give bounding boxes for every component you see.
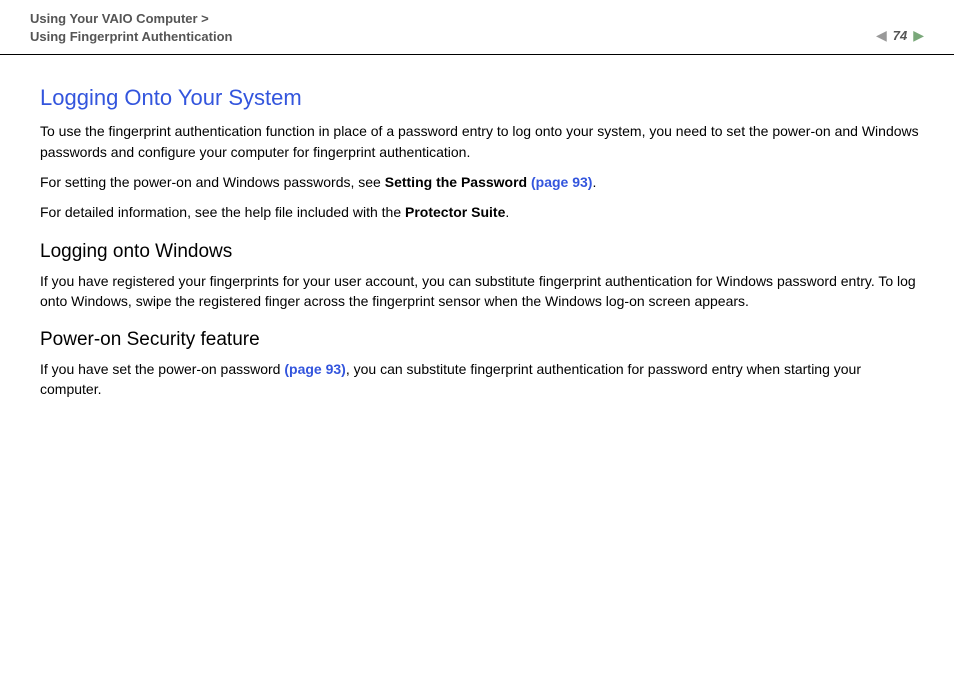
page-title: Logging Onto Your System (40, 85, 924, 111)
page-93-link[interactable]: (page 93) (531, 174, 592, 190)
breadcrumb: Using Your VAIO Computer > Using Fingerp… (30, 10, 232, 46)
text: If you have set the power-on password (40, 361, 284, 377)
page-header: Using Your VAIO Computer > Using Fingerp… (0, 0, 954, 55)
paragraph-protector-suite: For detailed information, see the help f… (40, 202, 924, 222)
page-number: 74 (893, 28, 907, 43)
subheading-logging-windows: Logging onto Windows (40, 241, 924, 263)
text: . (592, 174, 596, 190)
paragraph-setting-password: For setting the power-on and Windows pas… (40, 172, 924, 192)
paragraph-intro: To use the fingerprint authentication fu… (40, 121, 924, 162)
text: For setting the power-on and Windows pas… (40, 174, 385, 190)
breadcrumb-line2: Using Fingerprint Authentication (30, 28, 232, 46)
next-page-icon[interactable]: ▶ (913, 27, 924, 44)
paragraph-logging-windows: If you have registered your fingerprints… (40, 271, 924, 312)
subheading-poweron-security: Power-on Security feature (40, 329, 924, 351)
bold-text: Protector Suite (405, 204, 505, 220)
text: . (505, 204, 509, 220)
text: For detailed information, see the help f… (40, 204, 405, 220)
page-content: Logging Onto Your System To use the fing… (0, 55, 954, 399)
page-93-link-2[interactable]: (page 93) (284, 361, 345, 377)
pager: ◀ 74 ▶ (876, 27, 924, 46)
bold-text: Setting the Password (385, 174, 531, 190)
paragraph-poweron-security: If you have set the power-on password (p… (40, 359, 924, 400)
breadcrumb-line1: Using Your VAIO Computer > (30, 10, 232, 28)
prev-page-icon[interactable]: ◀ (876, 27, 887, 44)
